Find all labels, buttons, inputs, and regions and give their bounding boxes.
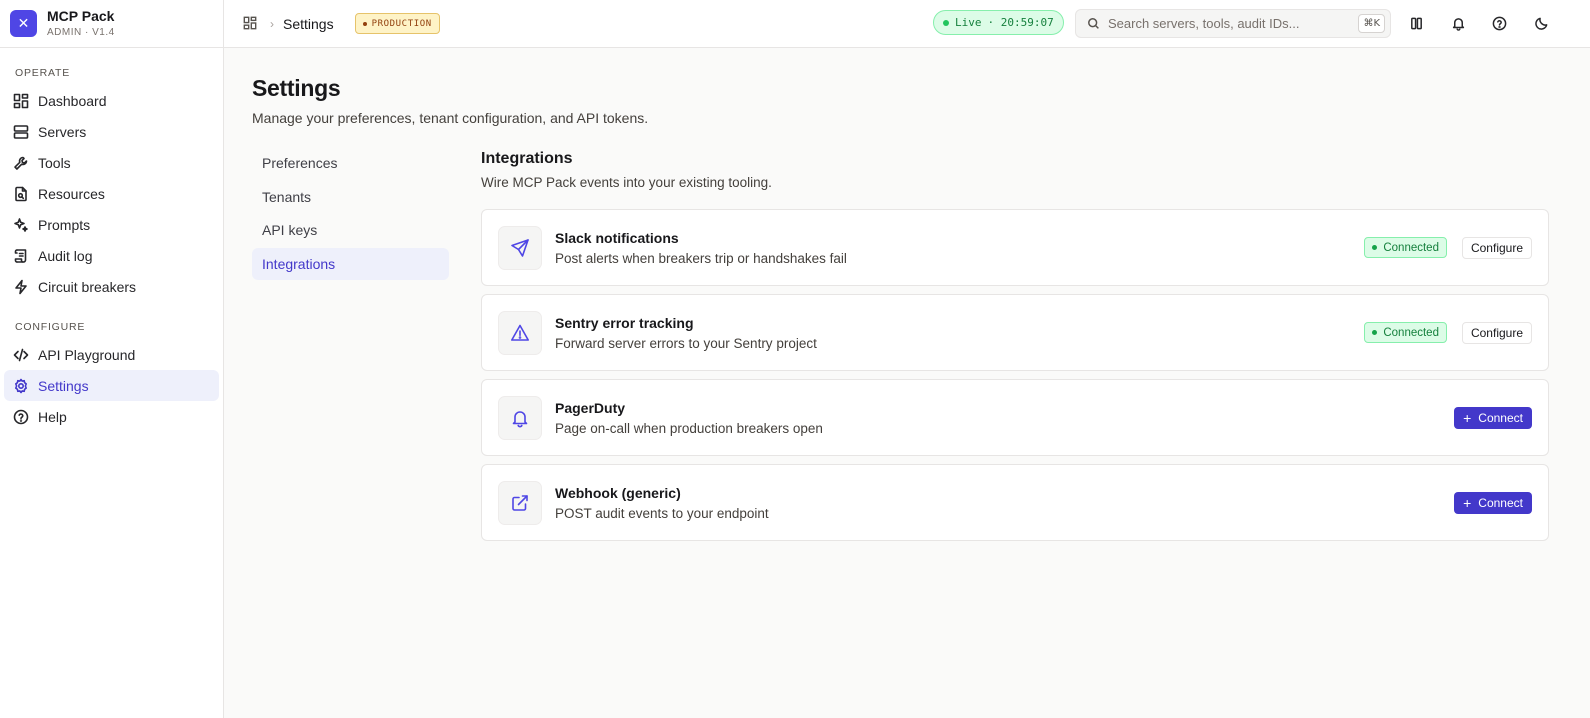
bell-icon <box>1451 16 1466 31</box>
nav-section-operate: OPERATE <box>15 67 70 79</box>
page-title: Settings <box>252 75 341 101</box>
sidebar-item-audit-log[interactable]: Audit log <box>4 240 219 271</box>
zap-icon <box>13 279 29 295</box>
live-label: Live <box>955 16 982 29</box>
integration-card-slack: Slack notifications Post alerts when bre… <box>481 209 1549 286</box>
sidebar-item-label: Prompts <box>38 216 91 233</box>
tab-integrations[interactable]: Integrations <box>252 247 449 280</box>
sidebar-item-label: Servers <box>38 123 87 140</box>
chevron-right-icon: › <box>270 16 274 31</box>
sidebar-item-servers[interactable]: Servers <box>4 116 219 147</box>
status-label: Connected <box>1383 241 1439 254</box>
breadcrumb-current: Settings <box>283 15 334 32</box>
environment-label: PRODUCTION <box>371 18 432 29</box>
tab-tenants[interactable]: Tenants <box>252 181 449 213</box>
bell-icon <box>498 395 542 440</box>
integration-name: Slack notifications <box>555 229 679 246</box>
sidebar-item-dashboard[interactable]: Dashboard <box>4 85 219 116</box>
live-time: · 20:59:07 <box>987 16 1054 29</box>
grid-icon[interactable] <box>243 16 259 32</box>
live-status: Live · 20:59:07 <box>933 10 1064 35</box>
sidebar-item-resources[interactable]: Resources <box>4 178 219 209</box>
integration-description: Post alerts when breakers trip or handsh… <box>555 250 847 266</box>
brand-name: MCP Pack <box>47 8 115 25</box>
environment-badge: PRODUCTION <box>354 13 440 34</box>
integration-card-sentry: Sentry error tracking Forward server err… <box>481 294 1549 371</box>
sidebar-item-prompts[interactable]: Prompts <box>4 209 219 240</box>
theme-toggle-button[interactable] <box>1530 12 1552 34</box>
notifications-button[interactable] <box>1447 12 1469 34</box>
brand-version: ADMIN · V1.4 <box>47 26 115 38</box>
sidebar-item-label: Dashboard <box>38 92 107 109</box>
integration-description: POST audit events to your endpoint <box>555 505 769 521</box>
status-badge: Connected <box>1364 237 1447 258</box>
connect-button[interactable]: + Connect <box>1454 491 1532 514</box>
integration-description: Page on-call when production breakers op… <box>555 420 823 436</box>
sidebar-item-label: Audit log <box>38 247 93 264</box>
tab-api-keys[interactable]: API keys <box>252 214 449 246</box>
settings-subnav: Preferences Tenants API keys Integration… <box>252 147 449 281</box>
alert-triangle-icon <box>498 310 542 355</box>
sidebar-item-circuit-breakers[interactable]: Circuit breakers <box>4 271 219 302</box>
status-label: Connected <box>1383 326 1439 339</box>
help-circle-icon <box>1492 16 1507 31</box>
plus-icon: + <box>1463 494 1472 511</box>
integration-description: Forward server errors to your Sentry pro… <box>555 335 817 351</box>
sidebar-item-api-playground[interactable]: API Playground <box>4 339 219 370</box>
connect-label: Connect <box>1478 495 1523 510</box>
plus-icon: + <box>1463 409 1472 426</box>
sidebar-item-settings[interactable]: Settings <box>4 370 219 401</box>
columns-button[interactable] <box>1405 12 1427 34</box>
wrench-icon <box>13 155 29 171</box>
search-icon <box>1087 17 1101 31</box>
sidebar-item-tools[interactable]: Tools <box>4 147 219 178</box>
connect-label: Connect <box>1478 410 1523 425</box>
file-search-icon <box>13 186 29 202</box>
nav-section-configure: CONFIGURE <box>15 321 86 333</box>
status-badge: Connected <box>1364 322 1447 343</box>
code-icon <box>13 347 29 363</box>
sidebar-item-label: Resources <box>38 185 105 202</box>
gear-icon <box>13 378 29 394</box>
section-title: Integrations <box>481 150 573 167</box>
search-box[interactable]: ⌘K <box>1075 9 1391 38</box>
sidebar-item-label: Settings <box>38 377 89 394</box>
tab-preferences[interactable]: Preferences <box>252 147 449 179</box>
sidebar-item-label: Tools <box>38 154 71 171</box>
integration-card-pagerduty: PagerDuty Page on-call when production b… <box>481 379 1549 456</box>
integration-name: Sentry error tracking <box>555 314 694 331</box>
sidebar-item-label: API Playground <box>38 346 136 363</box>
integration-card-webhook: Webhook (generic) POST audit events to y… <box>481 464 1549 541</box>
servers-icon <box>13 124 29 140</box>
send-icon <box>498 225 542 270</box>
search-input[interactable] <box>1108 16 1348 31</box>
sidebar: ✕ MCP Pack ADMIN · V1.4 OPERATE Dashboar… <box>0 0 224 718</box>
configure-button[interactable]: Configure <box>1461 321 1532 344</box>
external-link-icon <box>498 480 542 525</box>
topbar: › Settings PRODUCTION Live · 20:59:07 ⌘K <box>224 0 1590 48</box>
scroll-icon <box>13 248 29 264</box>
sidebar-item-label: Help <box>38 408 67 425</box>
connect-button[interactable]: + Connect <box>1454 406 1532 429</box>
page-subtitle: Manage your preferences, tenant configur… <box>252 110 649 126</box>
sidebar-item-label: Circuit breakers <box>38 278 137 295</box>
brand-logo: ✕ <box>10 10 37 37</box>
configure-button[interactable]: Configure <box>1461 236 1532 259</box>
help-button[interactable] <box>1488 12 1510 34</box>
columns-icon <box>1409 16 1424 31</box>
integration-name: PagerDuty <box>555 399 626 416</box>
moon-icon <box>1534 16 1549 31</box>
live-dot-icon <box>943 19 949 26</box>
sparkles-icon <box>13 217 29 233</box>
sidebar-item-help[interactable]: Help <box>4 401 219 432</box>
help-circle-icon <box>13 409 29 425</box>
integration-name: Webhook (generic) <box>555 484 681 501</box>
dashboard-icon <box>13 93 29 109</box>
brand[interactable]: ✕ MCP Pack ADMIN · V1.4 <box>0 0 223 48</box>
search-shortcut: ⌘K <box>1358 14 1385 33</box>
integrations-list: Slack notifications Post alerts when bre… <box>481 209 1549 549</box>
section-subtitle: Wire MCP Pack events into your existing … <box>481 175 772 190</box>
